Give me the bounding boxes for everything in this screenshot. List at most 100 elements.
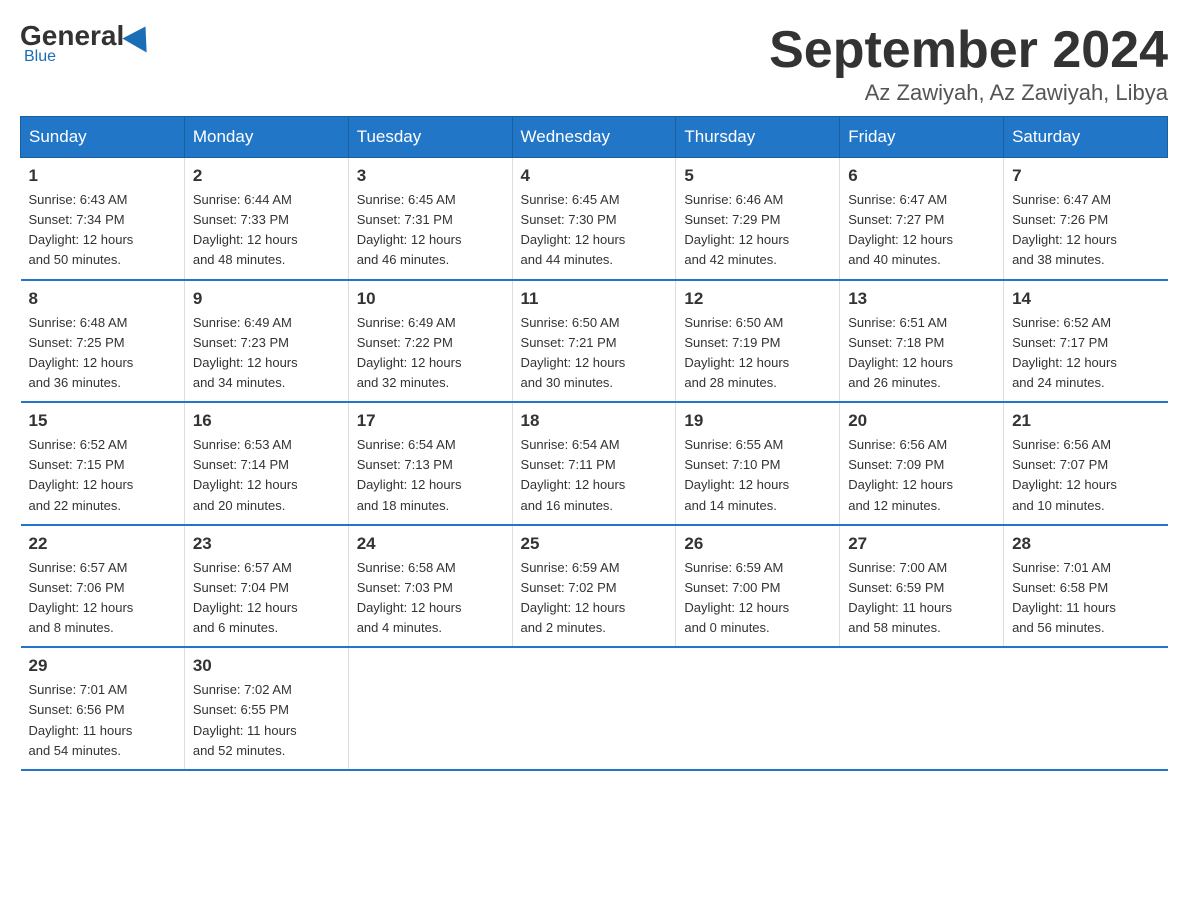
header-tuesday: Tuesday	[348, 117, 512, 158]
week-row-5: 29 Sunrise: 7:01 AMSunset: 6:56 PMDayligh…	[21, 647, 1168, 770]
day-number: 14	[1012, 289, 1159, 309]
day-info: Sunrise: 6:53 AMSunset: 7:14 PMDaylight:…	[193, 435, 340, 516]
day-number: 13	[848, 289, 995, 309]
day-cell: 12 Sunrise: 6:50 AMSunset: 7:19 PMDayligh…	[676, 280, 840, 403]
day-number: 9	[193, 289, 340, 309]
day-cell: 21Sunrise: 6:56 AMSunset: 7:07 PMDayligh…	[1004, 402, 1168, 525]
day-number: 22	[29, 534, 176, 554]
day-info: Sunrise: 6:47 AMSunset: 7:26 PMDaylight:…	[1012, 190, 1159, 271]
day-cell: 29 Sunrise: 7:01 AMSunset: 6:56 PMDayligh…	[21, 647, 185, 770]
header-thursday: Thursday	[676, 117, 840, 158]
day-number: 4	[521, 166, 668, 186]
day-info: Sunrise: 6:54 AMSunset: 7:13 PMDaylight:…	[357, 435, 504, 516]
day-number: 24	[357, 534, 504, 554]
day-info: Sunrise: 6:47 AMSunset: 7:27 PMDaylight:…	[848, 190, 995, 271]
day-info: Sunrise: 6:43 AMSunset: 7:34 PMDaylight:…	[29, 190, 176, 271]
day-info: Sunrise: 6:51 AMSunset: 7:18 PMDaylight:…	[848, 313, 995, 394]
day-cell: 26 Sunrise: 6:59 AMSunset: 7:00 PMDayligh…	[676, 525, 840, 648]
day-cell: 20 Sunrise: 6:56 AMSunset: 7:09 PMDayligh…	[840, 402, 1004, 525]
day-number: 20	[848, 411, 995, 431]
day-cell: 9 Sunrise: 6:49 AMSunset: 7:23 PMDaylight…	[184, 280, 348, 403]
day-cell	[1004, 647, 1168, 770]
day-number: 8	[29, 289, 176, 309]
day-info: Sunrise: 6:44 AMSunset: 7:33 PMDaylight:…	[193, 190, 340, 271]
header-row: SundayMondayTuesdayWednesdayThursdayFrid…	[21, 117, 1168, 158]
day-info: Sunrise: 7:01 AMSunset: 6:58 PMDaylight:…	[1012, 558, 1159, 639]
day-number: 3	[357, 166, 504, 186]
day-number: 19	[684, 411, 831, 431]
day-number: 27	[848, 534, 995, 554]
day-info: Sunrise: 6:46 AMSunset: 7:29 PMDaylight:…	[684, 190, 831, 271]
day-number: 21	[1012, 411, 1159, 431]
day-cell: 4 Sunrise: 6:45 AMSunset: 7:30 PMDaylight…	[512, 158, 676, 280]
day-number: 29	[29, 656, 176, 676]
day-info: Sunrise: 6:45 AMSunset: 7:30 PMDaylight:…	[521, 190, 668, 271]
week-row-4: 22 Sunrise: 6:57 AMSunset: 7:06 PMDayligh…	[21, 525, 1168, 648]
header-sunday: Sunday	[21, 117, 185, 158]
page-header: General Blue September 2024 Az Zawiyah, …	[20, 20, 1168, 106]
day-info: Sunrise: 7:00 AMSunset: 6:59 PMDaylight:…	[848, 558, 995, 639]
day-number: 6	[848, 166, 995, 186]
day-cell: 5 Sunrise: 6:46 AMSunset: 7:29 PMDaylight…	[676, 158, 840, 280]
day-number: 2	[193, 166, 340, 186]
day-number: 16	[193, 411, 340, 431]
day-number: 10	[357, 289, 504, 309]
day-cell: 22 Sunrise: 6:57 AMSunset: 7:06 PMDayligh…	[21, 525, 185, 648]
day-cell: 17 Sunrise: 6:54 AMSunset: 7:13 PMDayligh…	[348, 402, 512, 525]
day-number: 17	[357, 411, 504, 431]
week-row-2: 8 Sunrise: 6:48 AMSunset: 7:25 PMDaylight…	[21, 280, 1168, 403]
day-cell: 13 Sunrise: 6:51 AMSunset: 7:18 PMDayligh…	[840, 280, 1004, 403]
day-cell: 18Sunrise: 6:54 AMSunset: 7:11 PMDayligh…	[512, 402, 676, 525]
day-cell: 28 Sunrise: 7:01 AMSunset: 6:58 PMDayligh…	[1004, 525, 1168, 648]
day-cell: 14 Sunrise: 6:52 AMSunset: 7:17 PMDayligh…	[1004, 280, 1168, 403]
logo-blue-text: Blue	[24, 48, 56, 66]
header-monday: Monday	[184, 117, 348, 158]
day-cell	[676, 647, 840, 770]
title-block: September 2024 Az Zawiyah, Az Zawiyah, L…	[769, 20, 1168, 106]
day-cell: 3 Sunrise: 6:45 AMSunset: 7:31 PMDaylight…	[348, 158, 512, 280]
logo-triangle-icon	[123, 19, 158, 52]
day-cell: 30Sunrise: 7:02 AMSunset: 6:55 PMDayligh…	[184, 647, 348, 770]
day-cell: 15 Sunrise: 6:52 AMSunset: 7:15 PMDayligh…	[21, 402, 185, 525]
day-cell: 16 Sunrise: 6:53 AMSunset: 7:14 PMDayligh…	[184, 402, 348, 525]
day-number: 30	[193, 656, 340, 676]
day-info: Sunrise: 7:01 AMSunset: 6:56 PMDaylight:…	[29, 680, 176, 761]
day-number: 12	[684, 289, 831, 309]
day-info: Sunrise: 6:54 AMSunset: 7:11 PMDaylight:…	[521, 435, 668, 516]
day-cell: 7 Sunrise: 6:47 AMSunset: 7:26 PMDaylight…	[1004, 158, 1168, 280]
day-number: 15	[29, 411, 176, 431]
day-cell: 2 Sunrise: 6:44 AMSunset: 7:33 PMDaylight…	[184, 158, 348, 280]
day-info: Sunrise: 6:57 AMSunset: 7:04 PMDaylight:…	[193, 558, 340, 639]
day-cell: 24 Sunrise: 6:58 AMSunset: 7:03 PMDayligh…	[348, 525, 512, 648]
day-number: 11	[521, 289, 668, 309]
day-info: Sunrise: 6:48 AMSunset: 7:25 PMDaylight:…	[29, 313, 176, 394]
logo: General Blue	[20, 20, 156, 66]
header-friday: Friday	[840, 117, 1004, 158]
day-number: 7	[1012, 166, 1159, 186]
day-number: 26	[684, 534, 831, 554]
day-number: 23	[193, 534, 340, 554]
day-number: 5	[684, 166, 831, 186]
day-info: Sunrise: 6:49 AMSunset: 7:22 PMDaylight:…	[357, 313, 504, 394]
day-info: Sunrise: 6:52 AMSunset: 7:15 PMDaylight:…	[29, 435, 176, 516]
day-number: 25	[521, 534, 668, 554]
day-number: 28	[1012, 534, 1159, 554]
day-cell: 1Sunrise: 6:43 AMSunset: 7:34 PMDaylight…	[21, 158, 185, 280]
day-info: Sunrise: 6:52 AMSunset: 7:17 PMDaylight:…	[1012, 313, 1159, 394]
day-cell: 27 Sunrise: 7:00 AMSunset: 6:59 PMDayligh…	[840, 525, 1004, 648]
day-info: Sunrise: 6:59 AMSunset: 7:00 PMDaylight:…	[684, 558, 831, 639]
week-row-3: 15 Sunrise: 6:52 AMSunset: 7:15 PMDayligh…	[21, 402, 1168, 525]
location-title: Az Zawiyah, Az Zawiyah, Libya	[769, 80, 1168, 106]
day-info: Sunrise: 6:57 AMSunset: 7:06 PMDaylight:…	[29, 558, 176, 639]
day-cell	[840, 647, 1004, 770]
day-cell: 25Sunrise: 6:59 AMSunset: 7:02 PMDayligh…	[512, 525, 676, 648]
day-info: Sunrise: 6:56 AMSunset: 7:09 PMDaylight:…	[848, 435, 995, 516]
day-cell: 8 Sunrise: 6:48 AMSunset: 7:25 PMDaylight…	[21, 280, 185, 403]
day-cell	[512, 647, 676, 770]
week-row-1: 1Sunrise: 6:43 AMSunset: 7:34 PMDaylight…	[21, 158, 1168, 280]
day-info: Sunrise: 6:49 AMSunset: 7:23 PMDaylight:…	[193, 313, 340, 394]
day-info: Sunrise: 6:50 AMSunset: 7:19 PMDaylight:…	[684, 313, 831, 394]
day-cell: 6 Sunrise: 6:47 AMSunset: 7:27 PMDaylight…	[840, 158, 1004, 280]
day-info: Sunrise: 6:45 AMSunset: 7:31 PMDaylight:…	[357, 190, 504, 271]
day-info: Sunrise: 6:58 AMSunset: 7:03 PMDaylight:…	[357, 558, 504, 639]
